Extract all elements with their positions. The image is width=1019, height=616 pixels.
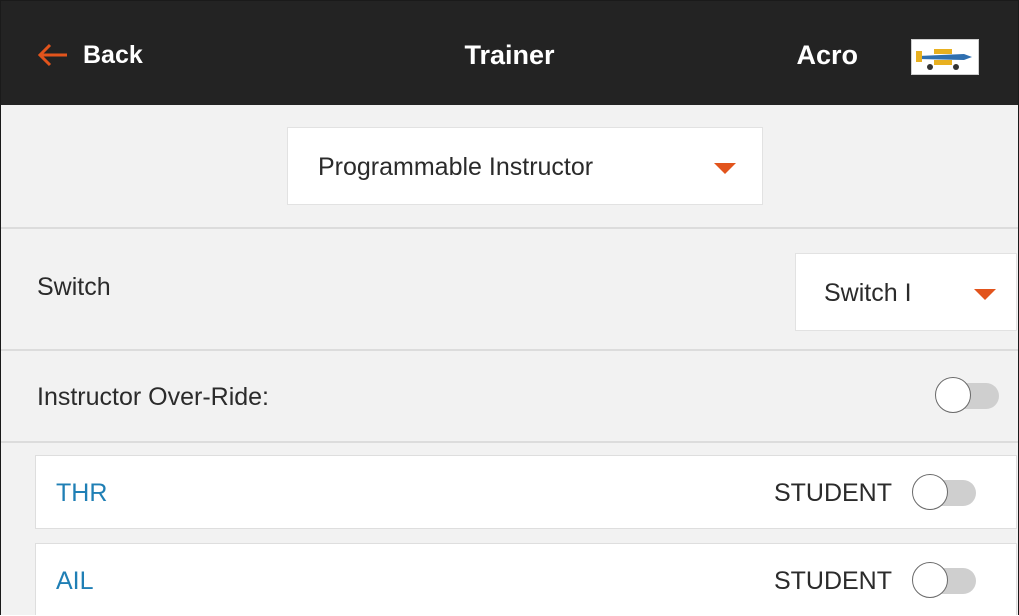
trainer-screen: Back Trainer Acro Programmable Instructo… [0, 0, 1019, 615]
channel-status: STUDENT [773, 567, 892, 595]
channel-name[interactable]: AIL [56, 544, 94, 615]
toggle-knob [912, 562, 948, 598]
switch-row: Switch Switch I [1, 229, 1018, 351]
instructor-override-toggle[interactable] [935, 377, 999, 415]
switch-dropdown[interactable]: Switch I [795, 253, 1017, 331]
trainer-mode-value: Programmable Instructor [318, 153, 594, 181]
switch-value: Switch I [824, 279, 912, 307]
toggle-knob [912, 474, 948, 510]
page-title: Trainer [464, 40, 555, 70]
instructor-override-label: Instructor Over-Ride: [37, 383, 270, 411]
channel-status: STUDENT [773, 479, 892, 507]
channel-name[interactable]: THR [56, 456, 107, 530]
channel-row-ail[interactable]: AIL STUDENT [35, 543, 1017, 615]
model-name: Acro [796, 40, 858, 70]
toggle-knob [935, 377, 971, 413]
channel-toggle-ail[interactable] [912, 562, 976, 600]
trainer-mode-dropdown[interactable]: Programmable Instructor [287, 127, 763, 205]
caret-down-icon [714, 163, 736, 174]
top-bar: Back Trainer Acro [1, 1, 1018, 105]
airplane-thumbnail-icon[interactable] [911, 39, 979, 75]
channel-row-thr[interactable]: THR STUDENT [35, 455, 1017, 529]
channel-toggle-thr[interactable] [912, 474, 976, 512]
switch-label: Switch [37, 273, 111, 301]
caret-down-icon [974, 289, 996, 300]
mode-section: Programmable Instructor [1, 105, 1018, 229]
instructor-override-row: Instructor Over-Ride: [1, 351, 1018, 443]
